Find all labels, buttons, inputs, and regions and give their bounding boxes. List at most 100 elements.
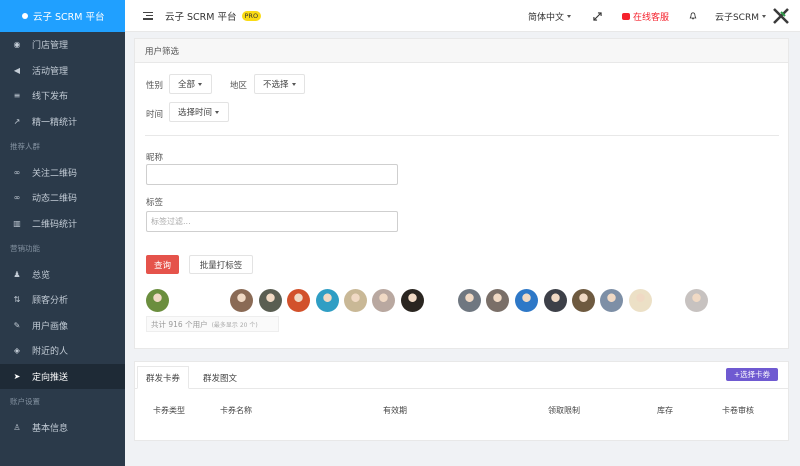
tag-input[interactable]: 标签过滤... (146, 211, 398, 232)
region-value: 不选择 (263, 80, 289, 90)
brand-name: 云子 SCRM 平台 (33, 12, 105, 23)
sidebar-item-label: 用户画像 (32, 321, 69, 332)
nickname-input[interactable] (146, 164, 398, 185)
fullscreen-icon[interactable] (593, 11, 602, 21)
gender-label: 性别 (146, 81, 164, 91)
sidebar-item-label: 总览 (32, 270, 51, 281)
bell-icon[interactable] (689, 12, 697, 20)
column-header-coupon-name: 卡券名称 (220, 406, 252, 415)
sidebar-item[interactable]: ◈ 附近的人 (0, 338, 125, 364)
user-avatar-item[interactable] (344, 289, 367, 312)
bar-chart-icon: ▥ (13, 218, 21, 228)
pen-icon: ✎ (13, 320, 21, 330)
sidebar-item[interactable]: ✎ 用户画像 (0, 313, 125, 339)
region-select[interactable]: 不选择 (254, 74, 305, 94)
sidebar-item-label: 关注二维码 (32, 168, 78, 179)
sidebar-item-label: 线下发布 (32, 92, 69, 103)
total-users-text: 共计 916 个用户 (151, 319, 208, 329)
tab-group-coupon[interactable]: 群发卡券 (137, 366, 189, 389)
user-avatar-item[interactable] (287, 289, 310, 312)
sidebar-item-label: 基本信息 (32, 423, 69, 434)
column-header-validity: 有效期 (383, 406, 407, 415)
user-avatar-item[interactable] (230, 289, 253, 312)
sidebar-nav: ◉ 门店管理 ◀ 活动管理 ≡ 线下发布 ↗ 精一精统计 推荐人群 ∞ 关注二维码 ∞ 动态二维码 ▥ 二维… (0, 32, 125, 440)
user-avatar-item[interactable] (515, 289, 538, 312)
user-icon: ♙ (13, 422, 21, 432)
user-avatar-item[interactable] (572, 289, 595, 312)
time-select[interactable]: 选择时间 (169, 102, 229, 122)
sidebar-group-label: 账户设置 (10, 397, 40, 407)
sidebar-item-label: 动态二维码 (32, 194, 78, 205)
column-header-coupon-type: 卡券类型 (153, 406, 185, 415)
sort-icon: ⇅ (13, 295, 21, 305)
chevron-down-icon (198, 82, 203, 86)
chevron-down-icon (566, 14, 571, 18)
sidebar-item[interactable]: ◉ 门店管理 (0, 32, 125, 58)
user-avatar-item[interactable] (316, 289, 339, 312)
user-avatar[interactable] (772, 7, 790, 25)
header-right: 简体中文 在线客服 云子SCRM (528, 0, 800, 32)
user-avatar-item[interactable] (629, 289, 652, 312)
user-name: 云子SCRM (714, 12, 759, 23)
online-service-label: 在线客服 (632, 12, 669, 23)
menu-toggle-icon[interactable] (143, 11, 153, 20)
location-pin-icon: ◉ (13, 40, 21, 50)
gender-select[interactable]: 全部 (169, 74, 212, 94)
pro-badge: PRO (241, 10, 262, 21)
sidebar-item[interactable]: ♟ 总览 (0, 262, 125, 288)
query-button[interactable]: 查询 (146, 255, 179, 274)
users-icon: ♟ (13, 269, 21, 279)
user-avatar-item[interactable] (685, 289, 708, 312)
chat-icon (621, 12, 630, 20)
user-avatar-item[interactable] (544, 289, 567, 312)
sidebar-item-label: 精一精统计 (32, 117, 78, 128)
sidebar-item[interactable]: ⇅ 顾客分析 (0, 287, 125, 313)
user-filter-card: 用户筛选 性别 全部 地区 不选择 时间 选择时间 昵称 标签 标签过滤... … (134, 38, 789, 349)
time-label: 时间 (146, 110, 164, 120)
batch-tag-button[interactable]: 批量打标签 (189, 255, 253, 274)
sidebar-item[interactable]: ➤ 定向推送 (0, 363, 125, 389)
sidebar-item[interactable]: ≡ 线下发布 (0, 83, 125, 109)
sidebar-group-label: 推荐人群 (10, 142, 40, 152)
chevron-down-icon (762, 14, 766, 18)
coupon-tabs: 群发卡券 群发图文 +选择卡券 (135, 362, 788, 389)
megaphone-icon: ◀ (13, 65, 21, 75)
user-menu[interactable]: 云子SCRM (715, 10, 766, 23)
select-coupon-button[interactable]: +选择卡券 (726, 368, 778, 381)
user-avatar-item[interactable] (458, 289, 481, 312)
trend-icon: ↗ (13, 116, 21, 126)
filter-divider (145, 135, 779, 136)
tab-group-message[interactable]: 群发图文 (195, 366, 245, 389)
sidebar-item[interactable]: ▥ 二维码统计 (0, 211, 125, 237)
list-icon: ≡ (13, 91, 21, 101)
user-avatar-item[interactable] (600, 289, 623, 312)
user-avatar-item[interactable] (146, 289, 169, 312)
sidebar-item-label: 门店管理 (32, 41, 69, 52)
sidebar-item[interactable]: ∞ 动态二维码 (0, 185, 125, 211)
sidebar-item-label: 定向推送 (32, 372, 69, 383)
column-header-review: 卡卷审核 (722, 406, 754, 415)
user-avatar-item[interactable] (401, 289, 424, 312)
sidebar-item-label: 活动管理 (32, 66, 69, 77)
user-avatar-item[interactable] (372, 289, 395, 312)
user-avatar-item[interactable] (259, 289, 282, 312)
sidebar-item[interactable]: ◀ 活动管理 (0, 58, 125, 84)
tag-label: 标签 (146, 198, 164, 208)
sidebar-item-label: 二维码统计 (32, 219, 78, 230)
nickname-label: 昵称 (146, 153, 164, 163)
link-icon: ∞ (13, 193, 21, 203)
sidebar-item[interactable]: ∞ 关注二维码 (0, 160, 125, 186)
user-avatar-item[interactable] (486, 289, 509, 312)
total-users-note: (最多显示 20 个) (211, 321, 258, 329)
time-value: 选择时间 (178, 108, 213, 118)
region-label: 地区 (230, 81, 248, 91)
sidebar-item[interactable]: ↗ 精一精统计 (0, 109, 125, 135)
chevron-down-icon (215, 110, 220, 114)
online-service-link[interactable]: 在线客服 (621, 10, 669, 23)
language-label: 简体中文 (527, 12, 564, 23)
language-select[interactable]: 简体中文 (528, 10, 571, 23)
brand-dot-icon (22, 13, 28, 19)
compass-icon: ◈ (13, 346, 21, 356)
sidebar-item[interactable]: ♙ 基本信息 (0, 415, 125, 441)
brand-logo[interactable]: 云子 SCRM 平台 (0, 0, 125, 32)
